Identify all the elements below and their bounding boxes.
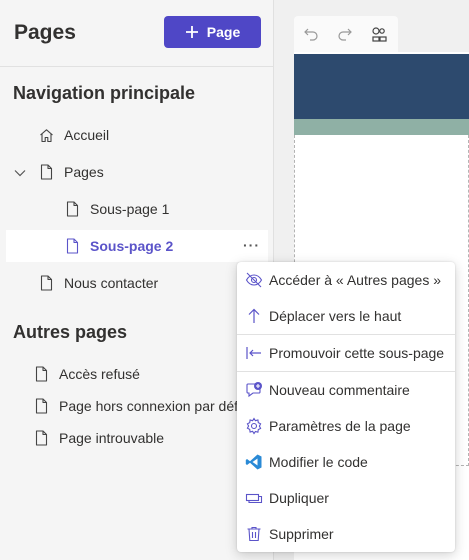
redo-icon[interactable]: [328, 16, 362, 52]
page-icon: [38, 274, 54, 292]
page-icon: [38, 163, 54, 181]
nav-item-contact[interactable]: Nous contacter: [6, 267, 268, 299]
pane-title: Pages: [14, 21, 76, 44]
menu-promote-subpage[interactable]: Promouvoir cette sous-page: [237, 335, 455, 371]
menu-duplicate[interactable]: Dupliquer: [237, 480, 455, 516]
sitemap-icon[interactable]: [362, 16, 396, 52]
page-icon: [33, 429, 49, 447]
menu-move-up[interactable]: Déplacer vers le haut: [237, 298, 455, 334]
nav-item-pages[interactable]: Pages: [6, 156, 268, 188]
nav-item-label: Accueil: [64, 127, 110, 143]
canvas-toolbar: [294, 16, 398, 52]
menu-new-comment[interactable]: Nouveau commentaire: [237, 372, 455, 408]
preview-header: [294, 54, 469, 119]
menu-item-label: Déplacer vers le haut: [269, 308, 402, 324]
settings-icon: [245, 417, 263, 435]
add-page-button[interactable]: Page: [164, 16, 261, 48]
arrow-up-icon: [245, 307, 263, 325]
chevron-down-icon[interactable]: [14, 164, 26, 180]
menu-item-label: Paramètres de la page: [269, 418, 411, 434]
main-navigation-title: Navigation principale: [13, 83, 196, 103]
menu-item-label: Dupliquer: [269, 490, 329, 506]
other-item-label: Page hors connexion par défaut: [59, 398, 258, 414]
page-icon: [33, 365, 49, 383]
menu-delete[interactable]: Supprimer: [237, 516, 455, 552]
nav-item-label: Pages: [64, 164, 104, 180]
home-icon: [38, 126, 54, 144]
pages-pane: Pages Page Navigation principale Accueil…: [0, 0, 274, 560]
nav-item-subpage-1[interactable]: Sous-page 1: [6, 193, 268, 225]
page-icon: [64, 237, 80, 255]
undo-icon[interactable]: [294, 16, 328, 52]
page-icon: [33, 397, 49, 415]
other-item-label: Accès refusé: [59, 366, 140, 382]
other-pages-title: Autres pages: [13, 322, 128, 342]
add-page-label: Page: [206, 24, 241, 40]
menu-item-label: Promouvoir cette sous-page: [269, 345, 445, 361]
other-item-not-found[interactable]: Page introuvable: [6, 422, 268, 454]
promote-icon: [245, 344, 263, 362]
hide-icon: [245, 271, 263, 289]
nav-item-label: Nous contacter: [64, 275, 159, 291]
more-options-button[interactable]: ···: [243, 237, 260, 253]
other-item-label: Page introuvable: [59, 430, 165, 446]
comment-add-icon: [245, 381, 263, 399]
vscode-icon: [245, 453, 263, 471]
preview-band: [294, 119, 469, 135]
nav-item-home[interactable]: Accueil: [6, 119, 268, 151]
menu-item-label: Accéder à « Autres pages »: [269, 272, 441, 288]
menu-edit-code[interactable]: Modifier le code: [237, 444, 455, 480]
page-icon: [64, 200, 80, 218]
menu-item-label: Supprimer: [269, 526, 334, 542]
duplicate-icon: [245, 489, 263, 507]
menu-page-settings[interactable]: Paramètres de la page: [237, 408, 455, 444]
nav-item-label: Sous-page 2: [90, 238, 174, 254]
menu-move-to-other-pages[interactable]: Accéder à « Autres pages »: [237, 262, 455, 298]
other-item-offline-page[interactable]: Page hors connexion par défaut: [6, 390, 268, 422]
menu-item-label: Nouveau commentaire: [269, 382, 410, 398]
nav-item-subpage-2[interactable]: Sous-page 2 ···: [6, 230, 268, 262]
delete-icon: [245, 525, 263, 543]
menu-item-label: Modifier le code: [269, 454, 368, 470]
nav-item-label: Sous-page 1: [90, 201, 170, 217]
plus-icon: [185, 25, 199, 39]
other-item-access-denied[interactable]: Accès refusé: [6, 358, 268, 390]
page-context-menu: Accéder à « Autres pages » Déplacer vers…: [237, 262, 455, 552]
pages-pane-header: Pages Page: [0, 0, 273, 67]
